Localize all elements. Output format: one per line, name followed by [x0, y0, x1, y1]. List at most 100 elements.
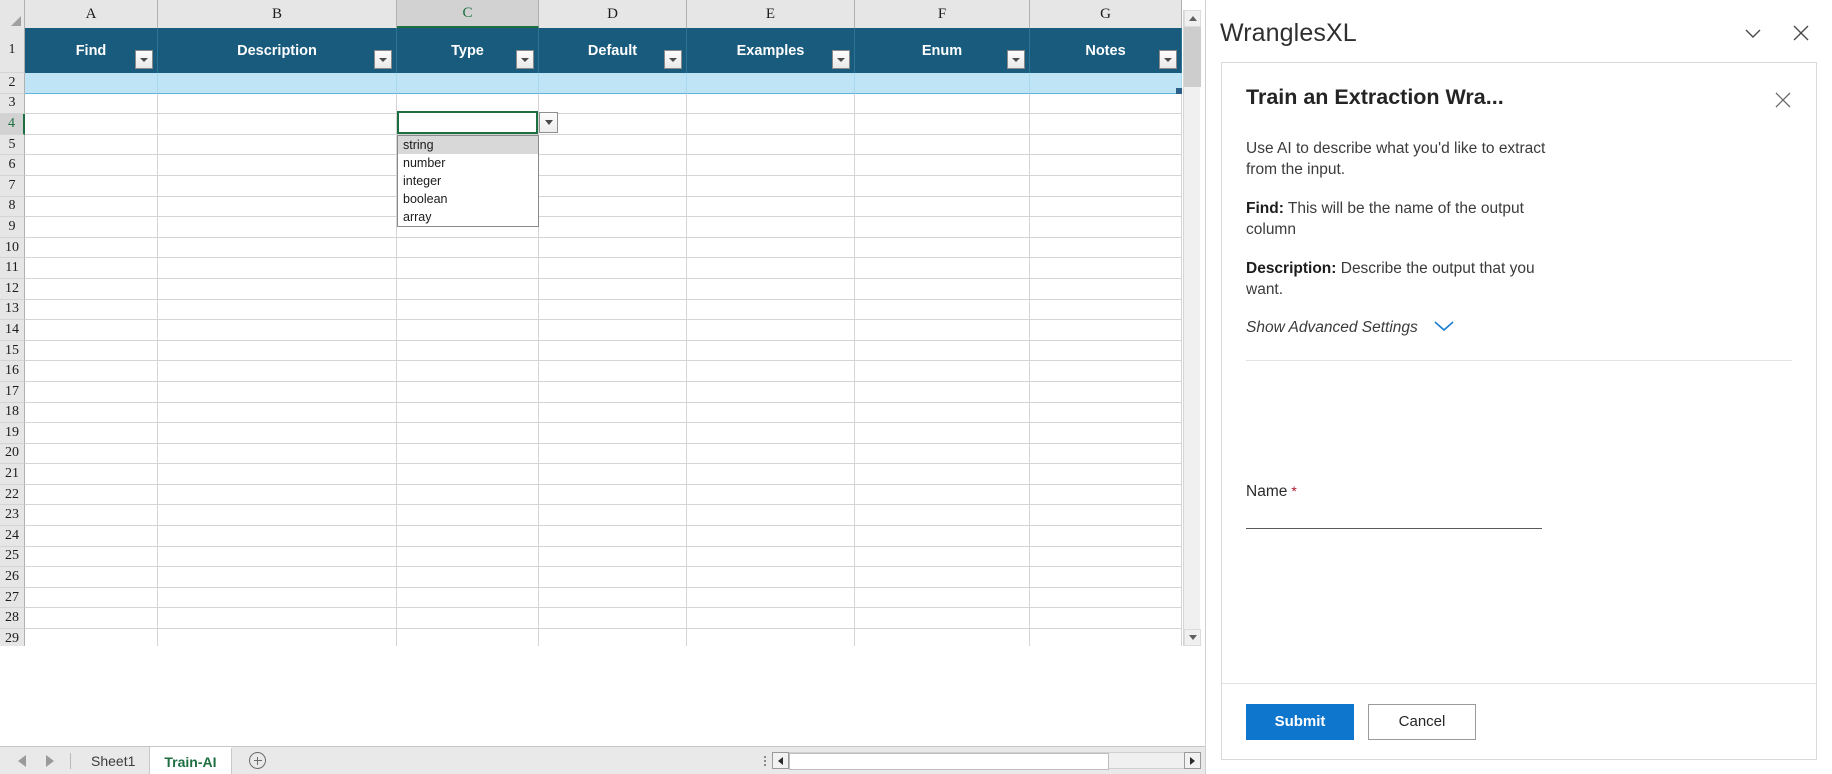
list-item[interactable]: number: [398, 154, 538, 172]
cell-d7[interactable]: [539, 175, 687, 197]
data-validation-dropdown-button[interactable]: [539, 112, 558, 133]
cell-b27[interactable]: [158, 587, 397, 609]
cell-a25[interactable]: [25, 546, 158, 568]
cell-d25[interactable]: [539, 546, 687, 568]
cell-e29[interactable]: [687, 629, 855, 646]
cell-d19[interactable]: [539, 423, 687, 444]
cell-f15[interactable]: [855, 340, 1030, 362]
cell-b13[interactable]: [158, 299, 397, 321]
cell-d13[interactable]: [539, 299, 687, 321]
cell-g2[interactable]: [1030, 73, 1182, 94]
table-header-notes[interactable]: Notes: [1030, 28, 1182, 73]
row-header-10[interactable]: 10: [0, 237, 25, 259]
cell-g13[interactable]: [1030, 299, 1182, 321]
cell-d22[interactable]: [539, 484, 687, 506]
table-header-type[interactable]: Type: [397, 28, 539, 73]
cell-c24[interactable]: [397, 526, 539, 547]
cell-d9[interactable]: [539, 217, 687, 238]
cell-a20[interactable]: [25, 443, 158, 465]
cell-c10[interactable]: [397, 237, 539, 259]
cell-a19[interactable]: [25, 423, 158, 444]
column-header-e[interactable]: E: [687, 0, 855, 28]
row-header-2[interactable]: 2: [0, 73, 25, 94]
row-header-9[interactable]: 9: [0, 217, 25, 238]
cell-g20[interactable]: [1030, 443, 1182, 465]
table-header-default[interactable]: Default: [539, 28, 687, 73]
cell-f12[interactable]: [855, 278, 1030, 300]
cell-a13[interactable]: [25, 299, 158, 321]
cell-a10[interactable]: [25, 237, 158, 259]
cell-d23[interactable]: [539, 505, 687, 527]
cell-d3[interactable]: [539, 93, 687, 115]
cell-d8[interactable]: [539, 196, 687, 218]
cell-f14[interactable]: [855, 320, 1030, 341]
cell-g21[interactable]: [1030, 464, 1182, 485]
submit-button[interactable]: Submit: [1246, 703, 1354, 740]
cell-e11[interactable]: [687, 258, 855, 279]
filter-dropdown-icon[interactable]: [374, 50, 392, 69]
column-header-b[interactable]: B: [158, 0, 397, 28]
cell-f19[interactable]: [855, 423, 1030, 444]
cell-e12[interactable]: [687, 278, 855, 300]
column-header-c[interactable]: C: [397, 0, 539, 28]
cell-b10[interactable]: [158, 237, 397, 259]
cell-b12[interactable]: [158, 278, 397, 300]
previous-sheet-icon[interactable]: [18, 754, 26, 767]
filter-dropdown-icon[interactable]: [1159, 50, 1177, 69]
row-header-26[interactable]: 26: [0, 567, 25, 588]
cell-e22[interactable]: [687, 484, 855, 506]
cell-e18[interactable]: [687, 402, 855, 424]
horizontal-scrollbar[interactable]: [772, 752, 1201, 770]
cell-d27[interactable]: [539, 587, 687, 609]
cell-c23[interactable]: [397, 505, 539, 527]
row-header-1[interactable]: 1: [0, 28, 25, 73]
cell-f17[interactable]: [855, 381, 1030, 403]
cell-b24[interactable]: [158, 526, 397, 547]
cell-b20[interactable]: [158, 443, 397, 465]
column-header-f[interactable]: F: [855, 0, 1030, 28]
cell-g15[interactable]: [1030, 340, 1182, 362]
cell-f26[interactable]: [855, 567, 1030, 588]
show-advanced-settings-toggle[interactable]: Show Advanced Settings: [1246, 319, 1792, 338]
horizontal-scroll-track[interactable]: [789, 752, 1184, 770]
cell-g11[interactable]: [1030, 258, 1182, 279]
cell-a5[interactable]: [25, 134, 158, 156]
cell-a16[interactable]: [25, 361, 158, 382]
row-header-23[interactable]: 23: [0, 505, 25, 527]
cell-g25[interactable]: [1030, 546, 1182, 568]
scroll-right-button[interactable]: [1184, 752, 1201, 769]
cell-b5[interactable]: [158, 134, 397, 156]
row-header-11[interactable]: 11: [0, 258, 25, 279]
cell-a18[interactable]: [25, 402, 158, 424]
chevron-down-icon[interactable]: [1432, 319, 1456, 338]
cell-g29[interactable]: [1030, 629, 1182, 646]
cell-f11[interactable]: [855, 258, 1030, 279]
cell-c2[interactable]: [397, 73, 539, 94]
cell-c19[interactable]: [397, 423, 539, 444]
cell-d29[interactable]: [539, 629, 687, 646]
cell-b6[interactable]: [158, 155, 397, 176]
cell-a22[interactable]: [25, 484, 158, 506]
cell-e13[interactable]: [687, 299, 855, 321]
cell-b11[interactable]: [158, 258, 397, 279]
horizontal-scroll-thumb[interactable]: [789, 753, 1109, 770]
cell-b3[interactable]: [158, 93, 397, 115]
filter-dropdown-icon[interactable]: [516, 50, 534, 69]
cell-e28[interactable]: [687, 608, 855, 630]
cell-e6[interactable]: [687, 155, 855, 176]
cell-d18[interactable]: [539, 402, 687, 424]
list-item[interactable]: array: [398, 208, 538, 226]
cell-c28[interactable]: [397, 608, 539, 630]
cell-c29[interactable]: [397, 629, 539, 646]
row-header-28[interactable]: 28: [0, 608, 25, 630]
row-header-13[interactable]: 13: [0, 299, 25, 321]
cell-b2[interactable]: [158, 73, 397, 94]
cell-e17[interactable]: [687, 381, 855, 403]
cell-a14[interactable]: [25, 320, 158, 341]
row-header-12[interactable]: 12: [0, 278, 25, 300]
scroll-up-button[interactable]: [1184, 10, 1201, 27]
cell-c11[interactable]: [397, 258, 539, 279]
row-header-3[interactable]: 3: [0, 93, 25, 115]
cell-a17[interactable]: [25, 381, 158, 403]
cell-a6[interactable]: [25, 155, 158, 176]
